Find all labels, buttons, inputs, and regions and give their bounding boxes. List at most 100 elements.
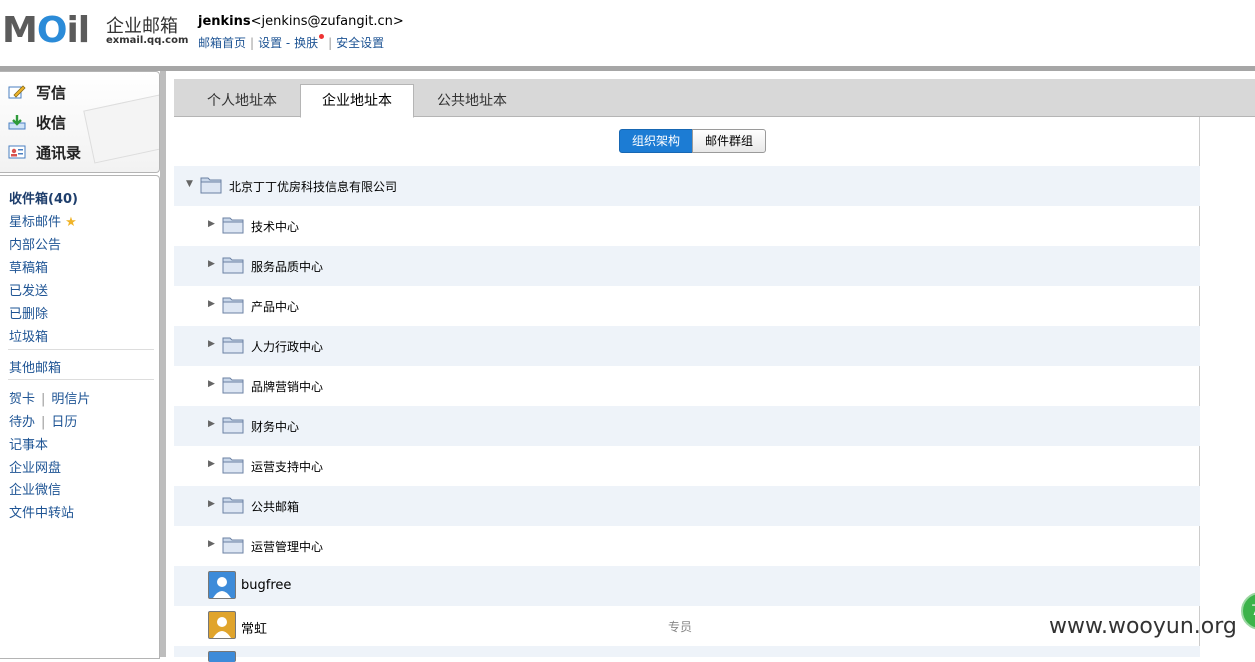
tree-row[interactable]: ▶ 产品中心 [174, 286, 1200, 326]
folder-icon [222, 337, 244, 354]
company-name: 北京丁丁优房科技信息有限公司 [229, 180, 398, 194]
user-avatar-icon [208, 611, 236, 639]
pencil-icon [8, 85, 26, 99]
separator: | [41, 415, 46, 430]
greeting-card-link[interactable]: 贺卡 [9, 392, 35, 407]
separator: | [328, 36, 333, 50]
member-name: 常虹 [241, 622, 268, 637]
member-role: 专员 [668, 620, 693, 634]
folder-icon [222, 457, 244, 474]
tab-personal-addressbook[interactable]: 个人地址本 [188, 87, 296, 115]
logo[interactable]: MOil 企业邮箱 exmail.qq.com [0, 8, 190, 52]
divider [8, 349, 154, 350]
header: MOil 企业邮箱 exmail.qq.com jenkins<jenkins@… [0, 0, 1255, 66]
contacts-label: 通讯录 [36, 144, 82, 162]
folder-icon [222, 497, 244, 514]
security-settings-link[interactable]: 安全设置 [336, 36, 384, 50]
main-content: 个人地址本 企业地址本 公共地址本 组织架构 邮件群组 ▼ 北京丁丁优房科技信息… [166, 71, 1255, 662]
postcard-link[interactable]: 明信片 [51, 392, 90, 407]
calendar-link[interactable]: 日历 [51, 415, 77, 430]
tree-row[interactable]: ▶ 品牌营销中心 [174, 366, 1200, 406]
separator: | [250, 36, 255, 50]
download-icon [8, 115, 26, 130]
mail-groups-button[interactable]: 邮件群组 [692, 129, 766, 153]
folder-list: 收件箱(40) 星标邮件 ★ 内部公告 草稿箱 已发送 已删除 垃圾箱 其他邮箱… [0, 175, 160, 659]
expand-arrow-icon[interactable]: ▶ [208, 219, 215, 229]
expand-arrow-icon[interactable]: ▶ [208, 459, 215, 469]
todo-link[interactable]: 待办 [9, 415, 35, 430]
expand-arrow-icon[interactable]: ▶ [208, 339, 215, 349]
user-email: <jenkins@zufangit.cn> [250, 14, 404, 29]
wechat-link[interactable]: 企业微信 [9, 479, 61, 498]
notebook-link[interactable]: 记事本 [9, 434, 48, 453]
inbox-link[interactable]: 收件箱(40) [9, 188, 78, 207]
expand-arrow-icon[interactable]: ▶ [208, 539, 215, 549]
tools-row-1: 贺卡 | 明信片 [9, 388, 90, 407]
tree-row[interactable]: ▶ 服务品质中心 [174, 246, 1200, 286]
account-info: jenkins<jenkins@zufangit.cn> [198, 14, 404, 29]
folder-icon [200, 177, 222, 194]
tree-row[interactable]: ▶ 公共邮箱 [174, 486, 1200, 526]
folder-icon [222, 257, 244, 274]
member-row[interactable]: bugfree [174, 566, 1200, 606]
username: jenkins [198, 14, 251, 29]
logo-mark: MOil [2, 10, 90, 51]
member-name: bugfree [241, 578, 292, 593]
drafts-link[interactable]: 草稿箱 [9, 257, 48, 276]
header-links: 邮箱首页 | 设置 - 换肤 | 安全设置 [198, 34, 384, 51]
left-panel: 写信 收信 通讯录 收件箱(40) 星标邮件 ★ 内部公告 草稿箱 已发送 已删… [0, 71, 162, 659]
tab-enterprise-addressbook[interactable]: 企业地址本 [300, 84, 414, 118]
divider [8, 379, 154, 380]
member-row[interactable] [174, 646, 1200, 662]
tree-root-row[interactable]: ▼ 北京丁丁优房科技信息有限公司 [174, 166, 1200, 206]
tab-public-addressbook[interactable]: 公共地址本 [418, 87, 526, 115]
envelope-decoration [83, 94, 159, 164]
folder-icon [222, 417, 244, 434]
org-structure-button[interactable]: 组织架构 [619, 129, 693, 153]
department-name: 品牌营销中心 [251, 380, 324, 394]
contacts-button[interactable]: 通讯录 [8, 142, 81, 164]
expand-arrow-icon[interactable]: ▶ [208, 299, 215, 309]
collapse-arrow-icon[interactable]: ▼ [186, 179, 193, 189]
dash: - [285, 36, 291, 50]
internal-notice-link[interactable]: 内部公告 [9, 234, 61, 253]
star-icon: ★ [65, 215, 77, 230]
tab-bar: 个人地址本 企业地址本 公共地址本 [174, 79, 1255, 118]
receive-label: 收信 [36, 114, 67, 132]
member-row[interactable]: 常虹 专员 [174, 606, 1200, 646]
file-transfer-link[interactable]: 文件中转站 [9, 502, 74, 521]
folder-icon [222, 377, 244, 394]
tree-row[interactable]: ▶ 运营管理中心 [174, 526, 1200, 566]
expand-arrow-icon[interactable]: ▶ [208, 499, 215, 509]
compose-button[interactable]: 写信 [8, 82, 66, 104]
user-avatar-icon [208, 571, 236, 599]
compose-label: 写信 [36, 84, 67, 102]
notification-dot [319, 34, 325, 39]
folder-icon [222, 537, 244, 554]
tree-row[interactable]: ▶ 运营支持中心 [174, 446, 1200, 486]
expand-arrow-icon[interactable]: ▶ [208, 379, 215, 389]
department-name: 人力行政中心 [251, 340, 324, 354]
disk-link[interactable]: 企业网盘 [9, 457, 61, 476]
tree-row[interactable]: ▶ 财务中心 [174, 406, 1200, 446]
folder-icon [222, 297, 244, 314]
department-name: 运营支持中心 [251, 460, 324, 474]
settings-link[interactable]: 设置 [258, 36, 282, 50]
starred-label: 星标邮件 [9, 215, 62, 230]
skin-link[interactable]: 换肤 [294, 36, 318, 50]
deleted-link[interactable]: 已删除 [9, 303, 48, 322]
spam-link[interactable]: 垃圾箱 [9, 326, 48, 345]
receive-button[interactable]: 收信 [8, 112, 66, 134]
expand-arrow-icon[interactable]: ▶ [208, 259, 215, 269]
tree-row[interactable]: ▶ 技术中心 [174, 206, 1200, 246]
mail-home-link[interactable]: 邮箱首页 [198, 36, 246, 50]
other-mailbox-link[interactable]: 其他邮箱 [9, 357, 61, 376]
department-name: 产品中心 [251, 300, 300, 314]
starred-link[interactable]: 星标邮件 ★ [9, 211, 77, 230]
sent-link[interactable]: 已发送 [9, 280, 48, 299]
expand-arrow-icon[interactable]: ▶ [208, 419, 215, 429]
tree-row[interactable]: ▶ 人力行政中心 [174, 326, 1200, 366]
tools-row-2: 待办 | 日历 [9, 411, 77, 430]
logo-domain: exmail.qq.com [106, 35, 189, 46]
separator: | [41, 392, 46, 407]
